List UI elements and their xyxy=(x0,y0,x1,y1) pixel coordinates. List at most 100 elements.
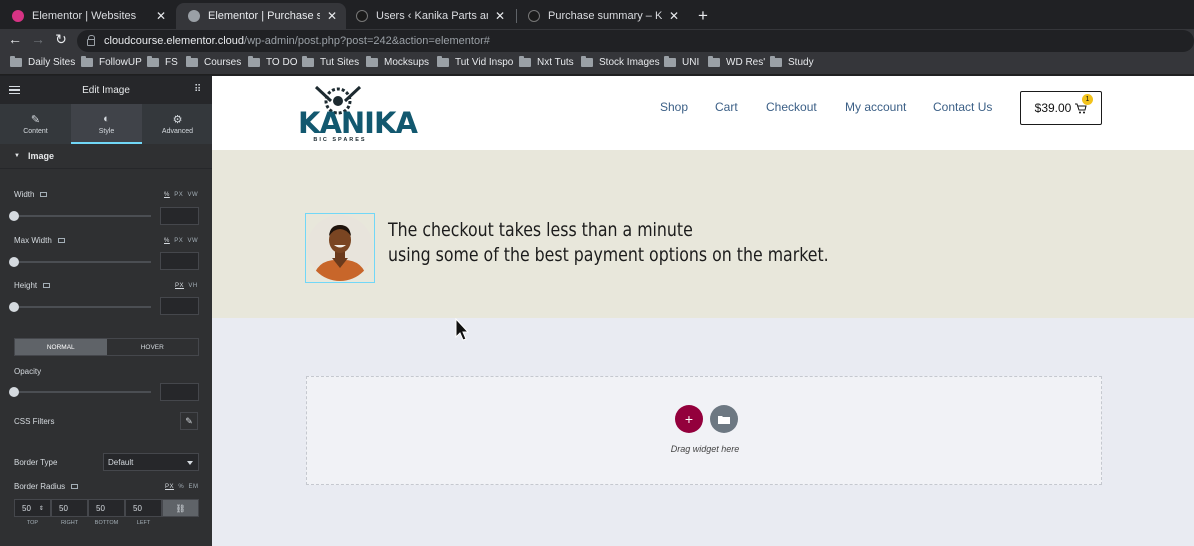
radius-bottom-label: BOTTOM xyxy=(94,520,119,526)
folder-icon xyxy=(302,56,314,67)
folder-icon xyxy=(519,56,531,67)
bookmark-followup[interactable]: FollowUP xyxy=(81,56,142,68)
browser-tab[interactable]: Elementor | Websites ✕ xyxy=(0,3,175,29)
bookmark-stock-images[interactable]: Stock Images xyxy=(581,56,660,68)
selected-image-widget[interactable] xyxy=(305,213,375,283)
folder-icon xyxy=(770,56,782,67)
height-slider-track[interactable] xyxy=(14,306,151,308)
max-width-input[interactable] xyxy=(160,252,199,270)
bookmark-study[interactable]: Study xyxy=(770,56,814,68)
browser-tab[interactable]: Users ‹ Kanika Parts and Spares ✕ xyxy=(344,3,514,29)
template-library-button[interactable] xyxy=(710,405,738,433)
close-tab-icon[interactable]: ✕ xyxy=(326,9,338,23)
tab-style[interactable]: ◐ Style xyxy=(71,104,142,144)
radius-right-input[interactable]: 50 xyxy=(51,499,88,517)
max-width-units[interactable]: % PX VW xyxy=(164,238,198,244)
nav-checkout[interactable]: Checkout xyxy=(766,100,817,114)
tab-advanced[interactable]: ⚙ Advanced xyxy=(142,104,212,144)
tab-normal[interactable]: NORMAL xyxy=(15,339,107,355)
radius-top-input[interactable]: 50 ⇕ xyxy=(14,499,51,517)
link-values-icon[interactable]: ⛓ xyxy=(162,499,199,517)
bookmark-fs[interactable]: FS xyxy=(147,56,178,68)
bookmark-courses[interactable]: Courses xyxy=(186,56,241,68)
bookmark-mocksups[interactable]: Mocksups xyxy=(366,56,429,68)
bookmark-tut-vid-inspo[interactable]: Tut Vid Inspo xyxy=(437,56,513,68)
bookmark-nxt-tuts[interactable]: Nxt Tuts xyxy=(519,56,574,68)
close-tab-icon[interactable]: ✕ xyxy=(494,9,506,23)
desktop-icon[interactable] xyxy=(71,484,79,489)
desktop-icon[interactable] xyxy=(57,238,65,243)
opacity-slider-handle[interactable] xyxy=(9,387,19,397)
border-radius-units[interactable]: PX % EM xyxy=(165,484,199,490)
height-slider-handle[interactable] xyxy=(9,302,19,312)
opacity-label: Opacity xyxy=(14,367,42,376)
site-preview: KANIKA BIC SPARES Shop Cart Checkout My … xyxy=(212,76,1194,546)
new-tab-icon[interactable]: + xyxy=(695,6,711,26)
state-switcher: NORMAL HOVER xyxy=(14,338,199,356)
opacity-input[interactable] xyxy=(160,383,199,401)
height-units[interactable]: PX VH xyxy=(175,283,198,289)
opacity-slider-track[interactable] xyxy=(14,391,151,393)
folder-icon xyxy=(147,56,159,67)
browser-tab-active[interactable]: Elementor | Purchase summary ✕ xyxy=(176,3,346,29)
height-input[interactable] xyxy=(160,297,199,315)
close-tab-icon[interactable]: ✕ xyxy=(155,9,167,23)
nav-my-account[interactable]: My account xyxy=(845,100,906,114)
bookmark-uni[interactable]: UNI xyxy=(664,56,699,68)
menu-icon[interactable] xyxy=(9,86,20,94)
max-width-slider-handle[interactable] xyxy=(9,257,19,267)
folder-icon xyxy=(664,56,676,67)
border-type-select[interactable]: Default xyxy=(103,453,199,471)
radius-bottom-input[interactable]: 50 xyxy=(88,499,125,517)
lock-icon xyxy=(87,34,95,46)
bookmark-tut-sites[interactable]: Tut Sites xyxy=(302,56,359,68)
empty-section-dropzone[interactable]: + Drag widget here xyxy=(306,376,1102,485)
spinner-icon[interactable]: ⇕ xyxy=(39,505,44,512)
reload-icon[interactable]: ↻ xyxy=(52,31,70,48)
pencil-icon: ✎ xyxy=(30,114,41,126)
folder-icon xyxy=(81,56,93,67)
folder-icon xyxy=(186,56,198,67)
caret-down-icon: ▼ xyxy=(14,153,20,159)
logo-subtitle: BIC SPARES xyxy=(313,137,367,143)
forward-icon[interactable]: → xyxy=(29,31,47,47)
border-type-label: Border Type xyxy=(14,458,58,467)
gear-icon: ⚙ xyxy=(172,114,183,126)
border-radius-inputs: 50 ⇕ 50 50 50 ⛓ xyxy=(14,499,199,517)
radius-left-input[interactable]: 50 xyxy=(125,499,162,517)
desktop-icon[interactable] xyxy=(40,192,48,197)
back-icon[interactable]: ← xyxy=(6,31,24,47)
nav-contact-us[interactable]: Contact Us xyxy=(933,100,992,114)
bookmark-to-do[interactable]: TO DO xyxy=(248,56,297,68)
address-toolbar: ← → ↻ cloudcourse.elementor.cloud/wp-adm… xyxy=(0,29,1194,53)
kanika-logo[interactable]: KANIKA BIC SPARES xyxy=(298,81,418,147)
cart-button[interactable]: $39.00 1 xyxy=(1020,91,1102,125)
width-slider-track[interactable] xyxy=(14,215,151,217)
max-width-slider-track[interactable] xyxy=(14,261,151,263)
tab-hover[interactable]: HOVER xyxy=(107,339,199,355)
globe-favicon-icon xyxy=(188,10,200,22)
mouse-pointer-icon xyxy=(455,318,469,341)
close-tab-icon[interactable]: ✕ xyxy=(668,9,680,23)
browser-tab[interactable]: Purchase summary – Kanika Parts ✕ xyxy=(516,3,688,29)
bookmark-daily-sites[interactable]: Daily Sites xyxy=(10,56,75,68)
edit-pencil-icon[interactable]: ✎ xyxy=(180,412,198,430)
folder-icon xyxy=(366,56,378,67)
nav-shop[interactable]: Shop xyxy=(660,100,688,114)
width-units[interactable]: % PX VW xyxy=(164,192,198,198)
tab-content[interactable]: ✎ Content xyxy=(0,104,71,144)
width-slider-handle[interactable] xyxy=(9,211,19,221)
widgets-grid-icon[interactable]: ⠿ xyxy=(194,85,204,95)
panel-title: Edit Image xyxy=(82,84,130,96)
address-bar[interactable]: cloudcourse.elementor.cloud/wp-admin/pos… xyxy=(77,30,1194,52)
site-header: KANIKA BIC SPARES Shop Cart Checkout My … xyxy=(212,76,1194,150)
bookmark-wd-res[interactable]: WD Res' xyxy=(708,56,765,68)
border-radius-label: Border Radius xyxy=(14,482,79,491)
nav-cart[interactable]: Cart xyxy=(715,100,738,114)
section-image[interactable]: ▼ Image xyxy=(0,144,212,169)
add-section-button[interactable]: + xyxy=(675,405,703,433)
desktop-icon[interactable] xyxy=(43,283,51,288)
width-input[interactable] xyxy=(160,207,199,225)
cart-count-badge: 1 xyxy=(1082,94,1093,105)
max-width-label: Max Width xyxy=(14,236,65,245)
